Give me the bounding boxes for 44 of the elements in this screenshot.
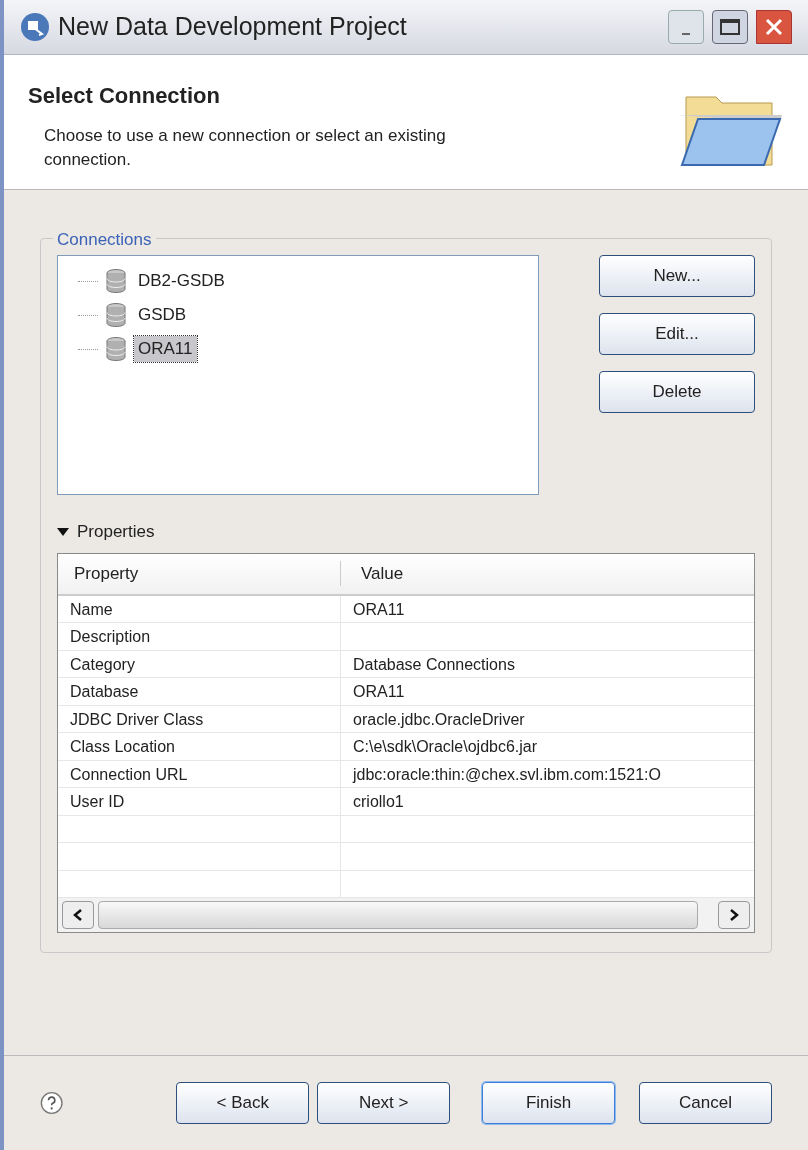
- property-value: jdbc:oracle:thin:@chex.svl.ibm.com:1521:O: [351, 764, 662, 785]
- app-icon: [20, 12, 50, 42]
- property-name: JDBC Driver Class: [58, 705, 341, 732]
- column-header[interactable]: Property: [58, 560, 341, 587]
- property-value: oracle.jdbc.OracleDriver: [352, 709, 526, 730]
- property-name: Database: [58, 678, 341, 705]
- wizard-button[interactable]: Cancel: [639, 1082, 772, 1124]
- property-name: Connection URL: [58, 760, 341, 787]
- properties-toggle[interactable]: Properties: [57, 519, 155, 545]
- property-value: criollo1: [352, 792, 405, 812]
- action-button[interactable]: Edit...: [599, 313, 755, 355]
- database-icon: [106, 303, 126, 327]
- page-title: Select Connection: [28, 82, 221, 110]
- help-icon[interactable]: [40, 1090, 64, 1116]
- window-title: New Data Development Project: [58, 11, 408, 43]
- action-button[interactable]: Delete: [599, 371, 755, 413]
- property-name: User ID: [58, 788, 341, 815]
- close-button[interactable]: [756, 10, 792, 44]
- wizard-button[interactable]: Next >: [317, 1082, 451, 1124]
- tree-item[interactable]: GSDB: [134, 302, 191, 328]
- wizard-button[interactable]: Finish: [482, 1082, 616, 1124]
- wizard-button[interactable]: < Back: [176, 1082, 310, 1124]
- scroll-left-button[interactable]: [62, 901, 94, 929]
- action-button[interactable]: New...: [599, 255, 755, 297]
- scroll-right-button[interactable]: [718, 901, 750, 929]
- property-name: Class Location: [58, 733, 341, 760]
- triangle-icon: [57, 526, 69, 537]
- property-name: Description: [58, 623, 341, 650]
- property-name: Category: [58, 650, 341, 677]
- property-name: Name: [58, 595, 341, 622]
- column-header[interactable]: Value: [341, 560, 754, 587]
- maximize-button[interactable]: [712, 10, 748, 44]
- database-icon: [106, 337, 126, 361]
- property-value: ORA11: [352, 599, 406, 620]
- property-value: C:\e\sdk\Oracle\ojdbc6.jar: [352, 737, 539, 757]
- database-icon: [106, 269, 126, 293]
- page-description: Choose to use a new connection or select an existing connection.: [43, 125, 447, 171]
- tree-item[interactable]: ORA11: [134, 336, 197, 362]
- horizontal-scrollbar[interactable]: [58, 898, 754, 932]
- tree-item[interactable]: DB2-GSDB: [134, 268, 229, 294]
- property-value: ORA11: [352, 682, 406, 702]
- property-value: Database Connections: [352, 654, 516, 675]
- scroll-thumb[interactable]: [98, 901, 698, 929]
- close-icon: [764, 17, 784, 37]
